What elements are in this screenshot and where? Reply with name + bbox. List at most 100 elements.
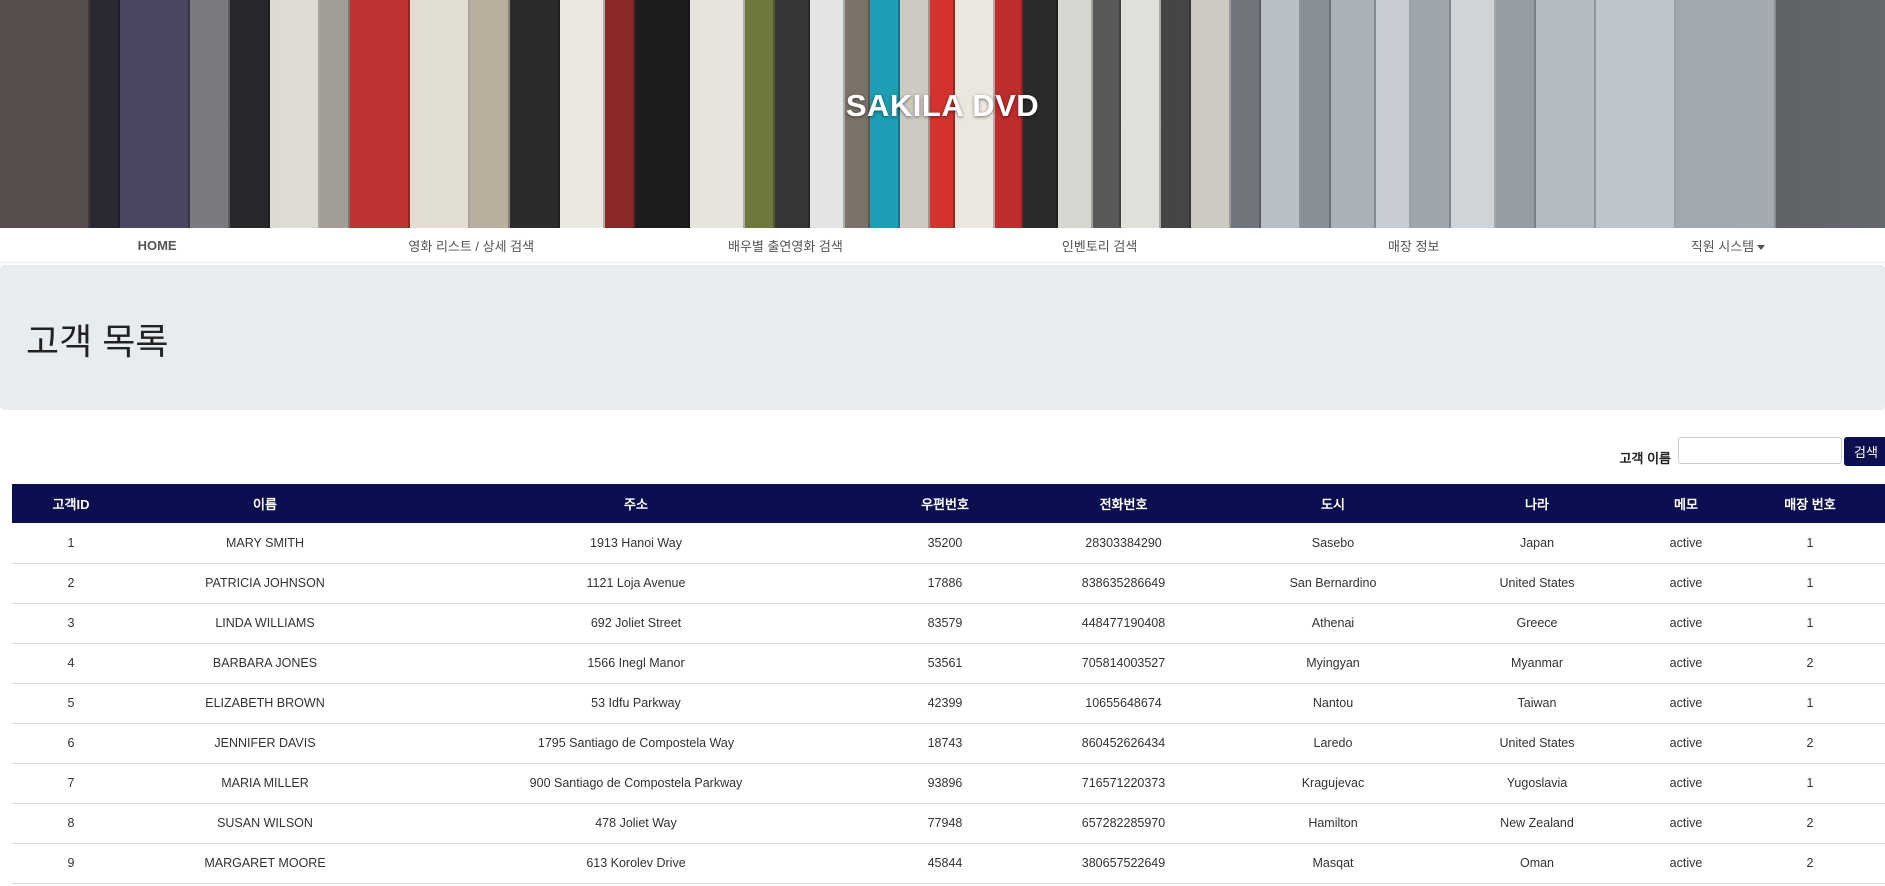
- cell-postal-code: 53561: [927, 656, 963, 670]
- cell-store-id: 2: [1806, 656, 1814, 670]
- cell-store-id: 1: [1806, 696, 1814, 710]
- cell-name: MARGARET MOORE: [204, 856, 326, 870]
- table-header-row: 고객ID 이름 주소 우편번호 전화번호 도시 나라 메모 매장 번호: [12, 484, 1885, 523]
- table-row[interactable]: 3 LINDA WILLIAMS 692 Joliet Street 83579…: [12, 603, 1885, 643]
- nav-inventory-search[interactable]: 인벤토리 검색: [943, 236, 1257, 255]
- nav-film-list[interactable]: 영화 리스트 / 상세 검색: [314, 236, 628, 255]
- column-header-name: 이름: [253, 497, 277, 512]
- cell-customer-id: 9: [67, 856, 75, 870]
- site-title[interactable]: SAKILA DVD: [0, 88, 1885, 124]
- cell-postal-code: 35200: [927, 535, 963, 550]
- column-header-postal-code: 우편번호: [921, 497, 969, 512]
- cell-customer-id: 6: [67, 736, 75, 750]
- cell-postal-code: 45844: [927, 856, 963, 870]
- cell-store-id: 2: [1806, 736, 1814, 750]
- cell-memo: active: [1669, 616, 1703, 630]
- cell-city: Hamilton: [1308, 816, 1358, 830]
- cell-postal-code: 42399: [927, 696, 963, 710]
- cell-phone: 716571220373: [1081, 776, 1166, 790]
- customer-table-container: 고객ID 이름 주소 우편번호 전화번호 도시 나라 메모 매장 번호 1 MA…: [12, 484, 1885, 884]
- cell-country: Japan: [1519, 535, 1555, 550]
- cell-address: 1795 Santiago de Compostela Way: [537, 736, 735, 750]
- cell-address: 613 Korolev Drive: [586, 856, 686, 870]
- nav-home[interactable]: HOME: [0, 238, 314, 253]
- cell-memo: active: [1669, 656, 1703, 670]
- cell-address: 53 Idfu Parkway: [591, 696, 681, 710]
- table-row[interactable]: 4 BARBARA JONES 1566 Inegl Manor 53561 7…: [12, 643, 1885, 683]
- cell-memo: active: [1669, 856, 1703, 870]
- caret-down-icon: [1757, 244, 1766, 250]
- cell-postal-code: 77948: [927, 816, 963, 830]
- cell-customer-id: 8: [67, 816, 75, 830]
- table-row[interactable]: 8 SUSAN WILSON 478 Joliet Way 77948 6572…: [12, 803, 1885, 843]
- customer-table: 고객ID 이름 주소 우편번호 전화번호 도시 나라 메모 매장 번호 1 MA…: [12, 484, 1885, 884]
- cell-city: Myingyan: [1306, 656, 1360, 670]
- column-header-phone: 전화번호: [1099, 497, 1148, 512]
- cell-name: MARY SMITH: [225, 535, 305, 550]
- search-button[interactable]: 검색: [1844, 437, 1885, 466]
- customer-name-search-input[interactable]: [1678, 437, 1842, 464]
- cell-customer-id: 3: [67, 616, 75, 630]
- cell-country: Yugoslavia: [1506, 776, 1568, 790]
- cell-memo: active: [1669, 535, 1703, 550]
- table-row[interactable]: 7 MARIA MILLER 900 Santiago de Compostel…: [12, 763, 1885, 803]
- cell-postal-code: 83579: [927, 616, 963, 630]
- column-header-address: 주소: [624, 497, 648, 512]
- cell-country: Myanmar: [1510, 656, 1564, 670]
- cell-phone: 28303384290: [1085, 535, 1162, 550]
- page-header: 고객 목록: [0, 265, 1885, 410]
- cell-country: Oman: [1519, 856, 1555, 870]
- cell-phone: 838635286649: [1081, 576, 1166, 590]
- cell-store-id: 1: [1806, 616, 1814, 630]
- cell-city: San Bernardino: [1289, 576, 1377, 590]
- cell-address: 478 Joliet Way: [595, 816, 677, 830]
- cell-phone: 448477190408: [1081, 616, 1166, 630]
- cell-city: Sasebo: [1311, 535, 1355, 550]
- cell-country: Greece: [1516, 616, 1558, 630]
- table-row[interactable]: 6 JENNIFER DAVIS 1795 Santiago de Compos…: [12, 723, 1885, 763]
- nav-staff-system-dropdown[interactable]: 직원 시스템: [1571, 236, 1885, 255]
- nav-actor-film-search[interactable]: 배우별 출연영화 검색: [628, 236, 942, 255]
- main-nav: HOME 영화 리스트 / 상세 검색 배우별 출연영화 검색 인벤토리 검색 …: [0, 228, 1885, 263]
- cell-city: Masqat: [1312, 856, 1354, 870]
- cell-postal-code: 17886: [927, 576, 963, 590]
- table-row[interactable]: 5 ELIZABETH BROWN 53 Idfu Parkway 42399 …: [12, 683, 1885, 723]
- cell-phone: 705814003527: [1081, 656, 1166, 670]
- table-row[interactable]: 2 PATRICIA JOHNSON 1121 Loja Avenue 1788…: [12, 563, 1885, 603]
- cell-customer-id: 1: [67, 535, 75, 550]
- page-title: 고객 목록: [26, 321, 169, 362]
- search-form: 고객 이름 검색: [0, 410, 1885, 474]
- nav-store-info[interactable]: 매장 정보: [1257, 236, 1571, 255]
- search-label: 고객 이름: [1619, 451, 1671, 466]
- cell-country: New Zealand: [1500, 816, 1574, 830]
- cell-city: Nantou: [1312, 696, 1354, 710]
- cell-memo: active: [1669, 736, 1703, 750]
- column-header-country: 나라: [1525, 497, 1549, 512]
- cell-customer-id: 7: [67, 776, 75, 790]
- cell-name: SUSAN WILSON: [217, 816, 313, 830]
- column-header-city: 도시: [1321, 497, 1345, 512]
- cell-phone: 657282285970: [1081, 816, 1166, 830]
- cell-postal-code: 93896: [927, 776, 963, 790]
- cell-customer-id: 4: [67, 656, 75, 670]
- cell-store-id: 2: [1806, 856, 1814, 870]
- cell-phone: 380657522649: [1081, 856, 1166, 870]
- cell-postal-code: 18743: [927, 736, 963, 750]
- column-header-customer-id: 고객ID: [52, 497, 90, 512]
- cell-city: Laredo: [1313, 736, 1353, 750]
- cell-address: 692 Joliet Street: [590, 616, 682, 630]
- cell-memo: active: [1669, 816, 1703, 830]
- cell-phone: 10655648674: [1085, 696, 1162, 710]
- table-row[interactable]: 1 MARY SMITH 1913 Hanoi Way 35200 283033…: [12, 523, 1885, 563]
- cell-name: BARBARA JONES: [212, 656, 318, 670]
- cell-address: 1913 Hanoi Way: [590, 535, 682, 550]
- cell-customer-id: 5: [67, 696, 75, 710]
- cell-memo: active: [1669, 776, 1703, 790]
- table-row[interactable]: 9 MARGARET MOORE 613 Korolev Drive 45844…: [12, 843, 1885, 883]
- cell-country: United States: [1499, 576, 1575, 590]
- cell-customer-id: 2: [67, 576, 75, 590]
- cell-country: Taiwan: [1517, 696, 1557, 710]
- cell-address: 1121 Loja Avenue: [586, 576, 686, 590]
- header-banner: SAKILA DVD: [0, 0, 1885, 228]
- cell-store-id: 2: [1806, 816, 1814, 830]
